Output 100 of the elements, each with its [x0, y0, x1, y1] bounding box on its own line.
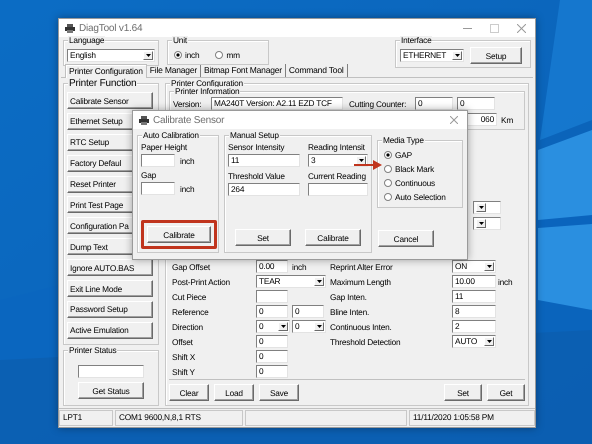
- dropdown[interactable]: [473, 201, 501, 214]
- dropdown[interactable]: [473, 217, 501, 230]
- input-field[interactable]: 0: [256, 365, 288, 378]
- dropdown-arrow-icon[interactable]: [452, 51, 462, 60]
- action-button[interactable]: Calibrate: [305, 229, 361, 246]
- radio-label: Continuous: [395, 178, 435, 188]
- group-title: Manual Setup: [229, 131, 280, 140]
- input-field[interactable]: [141, 154, 175, 167]
- setting-label: Continuous Inten.: [330, 322, 393, 332]
- unit-label: inch: [498, 276, 512, 286]
- input-field[interactable]: 11: [228, 154, 300, 167]
- input-field[interactable]: 0: [415, 97, 453, 110]
- tab[interactable]: File Manager: [146, 64, 201, 77]
- setting-label: Cut Piece: [172, 292, 208, 302]
- input-field[interactable]: 8: [452, 305, 496, 318]
- setting-label: Bline Inten.: [330, 306, 370, 316]
- setting-label: Direction: [172, 322, 204, 332]
- setting-label: Reference: [172, 306, 210, 316]
- input-field[interactable]: 2: [452, 320, 496, 333]
- dropdown[interactable]: 3: [308, 154, 368, 167]
- action-button[interactable]: Clear: [169, 384, 209, 401]
- dropdown-arrow-icon[interactable]: [484, 262, 494, 271]
- setting-label: Maximum Length: [330, 276, 392, 286]
- dropdown-arrow-icon[interactable]: [143, 51, 153, 60]
- dropdown[interactable]: AUTO: [452, 335, 496, 348]
- cancel-button[interactable]: Cancel: [378, 230, 434, 247]
- action-button[interactable]: Set: [444, 384, 482, 401]
- action-button[interactable]: Get: [487, 384, 525, 401]
- tab[interactable]: Bitmap Font Manager: [200, 64, 286, 77]
- action-button[interactable]: Load: [214, 384, 254, 401]
- dropdown-arrow-icon[interactable]: [314, 277, 324, 286]
- setting-label: Reprint Alter Error: [330, 262, 394, 272]
- function-button[interactable]: Password Setup: [67, 300, 153, 318]
- field-label: Cutting Counter:: [349, 98, 408, 108]
- radio-label: Auto Selection: [395, 192, 446, 202]
- dropdown-arrow-icon[interactable]: [484, 337, 494, 346]
- radio-label: inch: [185, 50, 200, 60]
- dropdown[interactable]: 0: [256, 320, 290, 333]
- function-button[interactable]: Exit Line Mode: [67, 280, 153, 298]
- unit-label: inch: [180, 156, 194, 166]
- input-field[interactable]: 264: [228, 183, 300, 196]
- input-field[interactable]: [308, 183, 368, 196]
- input-field[interactable]: 0: [256, 305, 288, 318]
- group-title: Media Type: [382, 136, 425, 145]
- function-button[interactable]: Ignore AUTO.BAS: [67, 259, 153, 276]
- setting-label: Gap Offset: [172, 262, 212, 272]
- dropdown[interactable]: ON: [452, 260, 496, 273]
- radio-button[interactable]: [384, 151, 392, 159]
- setup-button[interactable]: Setup: [470, 47, 522, 64]
- action-button[interactable]: Set: [235, 229, 291, 246]
- close-icon[interactable]: [450, 116, 458, 124]
- window-title: DiagTool v1.64: [79, 22, 142, 34]
- close-icon[interactable]: [517, 24, 526, 32]
- radio-button[interactable]: [384, 179, 392, 187]
- dropdown-arrow-icon[interactable]: [278, 322, 288, 331]
- printer-icon: [139, 116, 149, 124]
- dropdown[interactable]: TEAR: [256, 275, 326, 288]
- tab[interactable]: Command Tool: [286, 64, 348, 77]
- radio-label: GAP: [395, 150, 412, 160]
- action-button[interactable]: Save: [259, 384, 299, 401]
- input-field[interactable]: 0: [256, 335, 288, 348]
- radio-button[interactable]: [384, 193, 392, 201]
- input-field[interactable]: [141, 182, 175, 195]
- field-label: Threshold Value: [228, 171, 286, 181]
- group-title: Printer Function: [68, 79, 138, 88]
- field-label: Sensor Intensity: [228, 142, 286, 152]
- dropdown[interactable]: 0: [292, 320, 326, 333]
- status-pane: LPT1: [59, 410, 113, 426]
- radio-button[interactable]: [174, 51, 182, 59]
- printer-icon: [65, 24, 75, 32]
- dropdown[interactable]: English: [67, 49, 155, 62]
- setting-label: Post-Print Action: [172, 276, 231, 286]
- setting-label: Gap Inten.: [330, 292, 368, 302]
- input-field[interactable]: 0.00: [256, 260, 288, 273]
- input-field[interactable]: MA240T Version: A2.11 EZD TCF: [211, 97, 343, 110]
- dialog-title: Calibrate Sensor: [153, 114, 224, 126]
- group-title: Interface: [400, 36, 432, 45]
- radio-button[interactable]: [384, 165, 392, 173]
- input-field[interactable]: [256, 290, 288, 303]
- radio-label: mm: [226, 50, 240, 60]
- dropdown-arrow-icon[interactable]: [314, 322, 324, 331]
- input-field[interactable]: 11: [452, 290, 496, 303]
- calibrate-button[interactable]: Calibrate: [147, 226, 211, 243]
- status-pane: COM1 9600,N,8,1 RTS: [115, 410, 243, 426]
- dropdown-arrow-icon[interactable]: [476, 203, 486, 212]
- input-field[interactable]: 0: [457, 97, 495, 110]
- group-title: Printer Status: [68, 346, 118, 355]
- input-field[interactable]: 0: [256, 350, 288, 363]
- status-field[interactable]: [78, 365, 144, 378]
- unit-label: inch: [292, 262, 308, 272]
- radio-label: Black Mark: [395, 164, 434, 174]
- tab[interactable]: Printer Configuration: [65, 64, 147, 78]
- function-button[interactable]: Active Emulation: [67, 322, 153, 339]
- get-status-button[interactable]: Get Status: [78, 382, 144, 399]
- radio-button[interactable]: [215, 51, 224, 59]
- input-field[interactable]: 10.00: [452, 275, 496, 288]
- function-button[interactable]: Calibrate Sensor: [67, 92, 153, 109]
- input-field[interactable]: 0: [292, 305, 324, 318]
- dropdown-arrow-icon[interactable]: [476, 219, 486, 228]
- dropdown[interactable]: ETHERNET: [400, 49, 464, 62]
